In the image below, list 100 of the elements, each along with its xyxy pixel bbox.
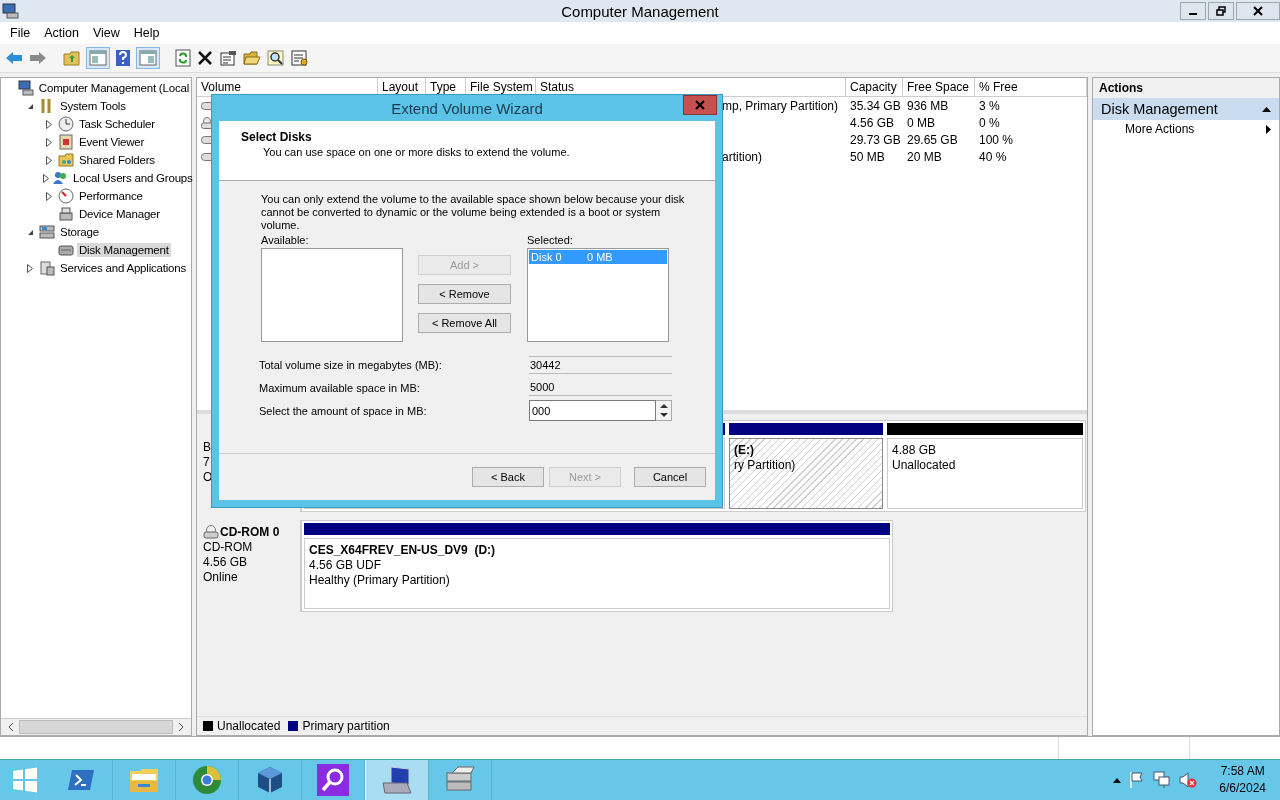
partition-box[interactable]: 4.88 GB Unallocated [887,438,1083,509]
muted-speaker-icon[interactable] [1179,771,1198,789]
properties-icon[interactable] [219,50,237,66]
table-cell-text: 40 % [978,149,1008,164]
available-list[interactable] [261,248,403,342]
table-cell-text: 936 MB [906,98,950,113]
clock-date[interactable]: 6/6/2024 [1219,780,1266,797]
tree-item[interactable]: Task Scheduler [77,117,157,131]
close-button[interactable] [1236,2,1280,20]
tree-item[interactable]: System Tools [58,99,128,113]
table-cell-text: 0 % [978,115,1001,130]
list-label: Available: [261,234,310,248]
table-cell: artition) [722,149,762,164]
tree-item[interactable]: Shared Folders [77,153,157,167]
device-icon [58,206,74,222]
minimize-button[interactable] [1180,2,1206,20]
help-icon[interactable] [115,49,131,67]
expand-arrow-icon[interactable] [27,263,33,273]
wizard-heading: Select Disks [241,130,313,144]
table-cell-text: 100 % [978,132,1015,147]
open-folder-icon[interactable] [243,50,261,66]
folder-icon [129,767,159,793]
partition-title: (E:) [734,443,755,458]
close-icon [1253,6,1263,16]
taskbar-app[interactable] [365,760,429,800]
expand-arrow-icon[interactable] [43,173,49,183]
column-header[interactable]: % Free [975,78,1087,96]
disk-info: B [203,440,212,455]
restore-button[interactable] [1208,2,1234,20]
close-icon [695,100,705,110]
spin-buttons[interactable] [656,400,672,421]
partition-title: CES_X64FREV_EN-US_DV9 (D:) [309,543,497,558]
table-cell-text: 35.34 GB [849,98,902,113]
gauge-icon [58,188,74,204]
table-cell-text: 29.73 GB [849,132,902,147]
action-item[interactable]: More Actions [1093,120,1279,138]
column-header[interactable]: Capacity [846,78,903,96]
collapse-arrow-icon[interactable] [1262,106,1271,112]
field-label: Select the amount of space in MB: [259,404,428,417]
settings-icon[interactable] [291,50,309,66]
menu-item[interactable]: Action [37,26,86,40]
tree-item[interactable]: Services and Applications [58,261,189,275]
search-icon [317,764,349,796]
wizard-button[interactable]: < Back [472,467,544,487]
actions-section[interactable]: Disk Management [1093,98,1279,120]
partition-info: 4.56 GB UDF [309,558,383,573]
horizontal-scrollbar[interactable] [1,718,191,735]
tree-item[interactable]: Local Users and Groups [71,171,195,185]
scroll-right-icon[interactable] [177,722,185,732]
refresh-icon[interactable] [175,49,191,67]
menu-item[interactable]: View [85,26,127,40]
show-hidden-icons-arrow-icon[interactable] [1113,777,1122,783]
restore-icon [1216,6,1226,16]
expand-arrow-icon[interactable] [46,191,52,201]
magnifier-icon[interactable] [267,50,285,66]
partition-info: 4.88 GB [892,443,938,458]
minimize-icon [1189,13,1197,15]
move-button[interactable]: < Remove All [418,313,511,333]
window-title: Computer Management [561,2,719,20]
expand-arrow-icon[interactable] [46,137,52,147]
collapse-arrow-icon[interactable] [26,228,34,236]
collapse-arrow-icon[interactable] [26,102,34,110]
tree-item[interactable]: Storage [58,225,101,239]
tree-item[interactable]: Performance [77,189,145,203]
spin-field[interactable]: 000 [529,400,656,421]
column-header[interactable]: Free Space [903,78,975,96]
wizard-button[interactable]: Cancel [634,467,706,487]
network-icon[interactable] [1153,771,1172,789]
tree-item[interactable]: Event Viewer [77,135,147,149]
menu-item[interactable]: Help [126,26,167,40]
share-icon [58,152,74,168]
disk-info: Online [203,570,239,585]
start-icon[interactable] [12,767,38,793]
tree-item[interactable]: Disk Management [77,243,171,257]
folder-icon[interactable] [63,50,81,66]
menu-item[interactable]: File [3,26,38,40]
delete-icon[interactable] [197,50,213,66]
partition-box[interactable]: (E:) ry Partition) [729,438,883,509]
expand-arrow-icon[interactable] [46,155,52,165]
expand-arrow-icon[interactable] [46,119,52,129]
flag-icon[interactable] [1129,771,1146,789]
log-icon [58,134,74,150]
tree-item[interactable]: Device Manager [77,207,162,221]
table-cell-text: 50 MB [849,149,886,164]
readonly-field: 30442 [529,355,672,374]
readonly-field: 5000 [529,379,672,396]
scroll-left-icon[interactable] [7,722,15,732]
move-button[interactable]: < Remove [418,284,511,304]
clock-time[interactable]: 7:58 AM [1220,763,1265,780]
field-label: Total volume size in megabytes (MB): [259,358,443,371]
dialog-title: Extend Volume Wizard [391,99,543,117]
table-cell-text: 20 MB [906,149,943,164]
partition-box[interactable]: CES_X64FREV_EN-US_DV9 (D:) 4.56 GB UDF Healthy (Primary Partition) [304,538,890,609]
partition-info: ry Partition) [734,458,797,473]
table-cell-text: 0 MB [906,115,936,130]
spin-up-icon[interactable] [659,403,668,408]
forward-arrow-icon[interactable] [29,51,47,65]
back-arrow-icon[interactable] [5,51,23,65]
terminal-icon [67,768,95,792]
tree-item[interactable]: Computer Management (Local [36,81,191,95]
